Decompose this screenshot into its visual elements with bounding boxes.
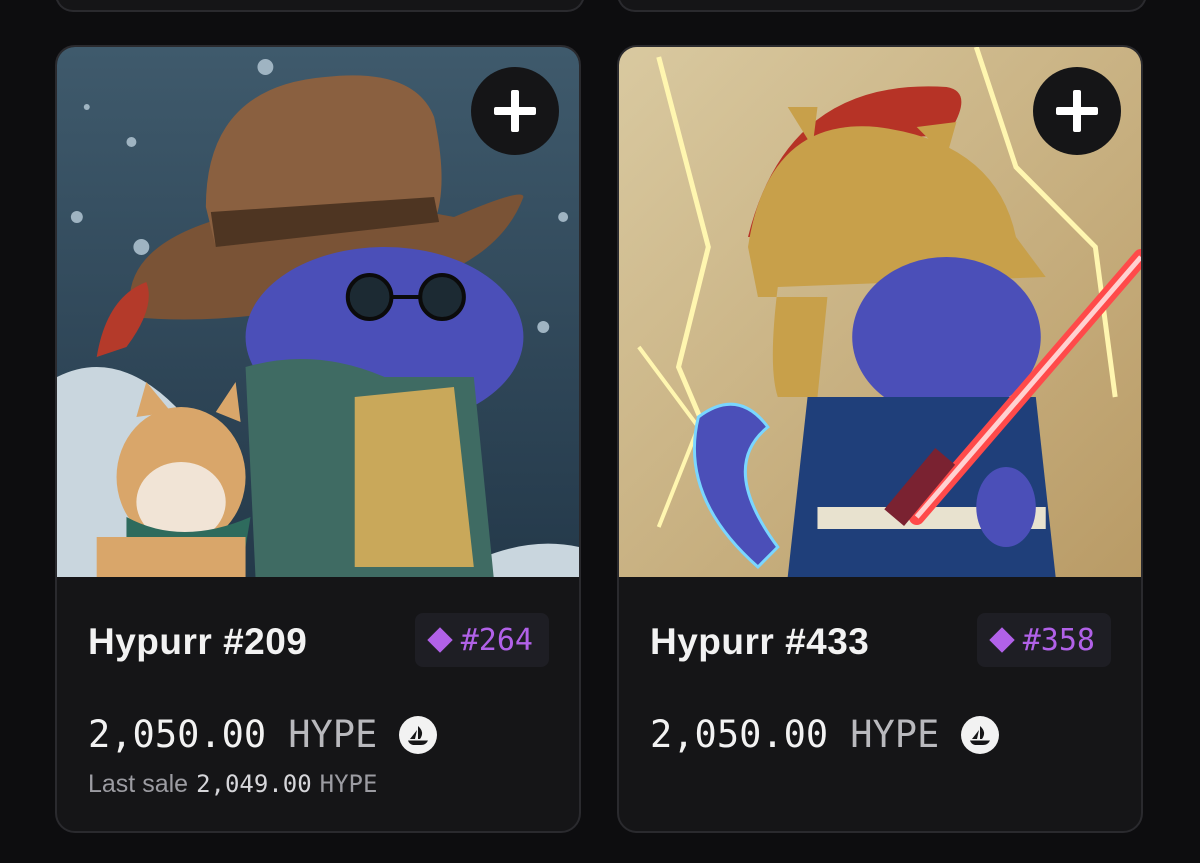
rarity-rank-badge: #264 [414,613,549,667]
last-sale: Last sale 2,049.00 HYPE [88,770,377,799]
price-row: 2,050.00 HYPE [88,713,438,756]
nft-image[interactable] [619,47,1141,577]
nft-image[interactable] [57,47,579,577]
rarity-rank: #358 [1022,622,1095,658]
diamond-icon [989,627,1015,653]
opensea-icon[interactable] [961,715,1000,754]
rarity-rank-badge: #358 [976,613,1111,667]
previous-card-stub-right [617,0,1147,12]
rarity-rank: #264 [460,622,533,658]
last-sale-label: Last sale [88,770,189,798]
previous-card-stub-left [55,0,585,12]
add-button[interactable] [1033,67,1121,155]
plus-icon [494,90,536,132]
nft-card[interactable]: Hypurr #209 #264 2,050.00 HYPE Last sale… [55,45,581,833]
price-value: 2,050.00 [88,713,267,756]
diamond-icon [427,627,453,653]
last-sale-currency: HYPE [319,770,378,798]
plus-icon [1056,90,1098,132]
price-value: 2,050.00 [650,713,829,756]
nft-card[interactable]: Hypurr #433 #358 2,050.00 HYPE [617,45,1143,833]
price-row: 2,050.00 HYPE [650,713,1000,756]
nft-title[interactable]: Hypurr #209 [88,621,307,663]
add-button[interactable] [471,67,559,155]
nft-title[interactable]: Hypurr #433 [650,621,869,663]
price-currency: HYPE [850,713,940,756]
price-currency: HYPE [288,713,378,756]
opensea-icon[interactable] [399,715,438,754]
last-sale-value: 2,049.00 [196,770,312,798]
